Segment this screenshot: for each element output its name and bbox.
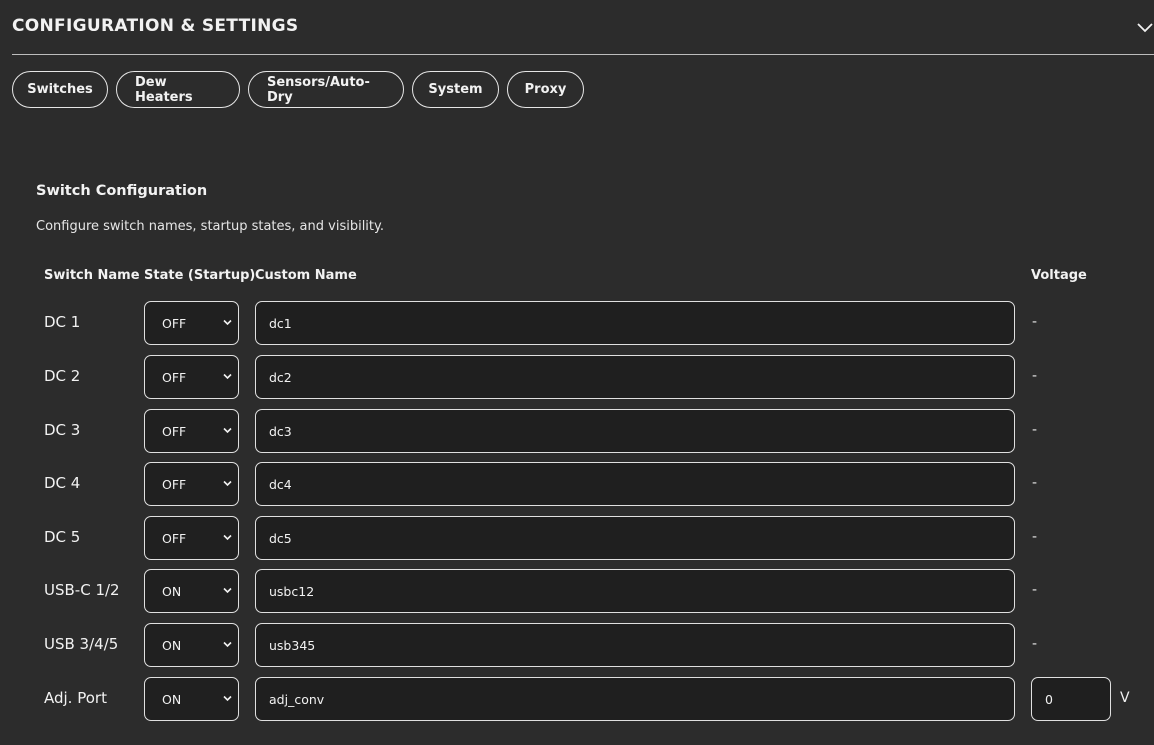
column-header-custom-name: Custom Name <box>255 268 357 283</box>
switch-row-dc2: DC 2 OFF dc2 - <box>0 355 1154 399</box>
startup-state-value: OFF <box>162 424 187 439</box>
chevron-down-icon <box>223 695 232 702</box>
switch-row-dc3: DC 3 OFF dc3 - <box>0 409 1154 453</box>
chevron-down-icon <box>223 427 232 434</box>
tab-proxy[interactable]: Proxy <box>507 71 584 108</box>
startup-state-select[interactable]: OFF <box>144 516 239 560</box>
startup-state-select[interactable]: OFF <box>144 355 239 399</box>
custom-name-value: dc1 <box>269 316 292 331</box>
voltage-value: - <box>1032 475 1038 491</box>
tab-sensors-auto-dry[interactable]: Sensors/Auto-Dry <box>248 71 404 108</box>
chevron-down-icon <box>223 587 232 594</box>
startup-state-value: OFF <box>162 477 187 492</box>
switch-name-label: USB-C 1/2 <box>44 581 120 599</box>
startup-state-value: ON <box>162 692 182 707</box>
switch-row-dc5: DC 5 OFF dc5 - <box>0 516 1154 560</box>
custom-name-input[interactable]: adj_conv <box>255 677 1015 721</box>
column-header-switch-name: Switch Name <box>44 268 140 283</box>
section-description: Configure switch names, startup states, … <box>36 219 384 234</box>
chevron-down-icon <box>223 373 232 380</box>
switch-name-label: DC 2 <box>44 367 81 385</box>
startup-state-select[interactable]: ON <box>144 569 239 613</box>
configuration-panel: CONFIGURATION & SETTINGS Switches Dew He… <box>0 0 1154 745</box>
custom-name-input[interactable]: dc2 <box>255 355 1015 399</box>
switch-row-dc4: DC 4 OFF dc4 - <box>0 462 1154 506</box>
switch-name-label: USB 3/4/5 <box>44 635 119 653</box>
chevron-down-icon[interactable] <box>1136 20 1154 34</box>
custom-name-input[interactable]: dc4 <box>255 462 1015 506</box>
custom-name-value: usb345 <box>269 638 316 653</box>
settings-header[interactable]: CONFIGURATION & SETTINGS <box>12 0 1154 55</box>
startup-state-select[interactable]: OFF <box>144 409 239 453</box>
voltage-value: - <box>1032 582 1038 598</box>
custom-name-value: dc2 <box>269 370 292 385</box>
chevron-down-icon <box>223 319 232 326</box>
startup-state-select[interactable]: ON <box>144 623 239 667</box>
section-title: Switch Configuration <box>36 183 208 199</box>
startup-state-value: ON <box>162 638 182 653</box>
tab-dew-heaters[interactable]: Dew Heaters <box>116 71 240 108</box>
custom-name-input[interactable]: usbc12 <box>255 569 1015 613</box>
switch-name-label: DC 5 <box>44 528 81 546</box>
switch-row-dc1: DC 1 OFF dc1 - <box>0 301 1154 345</box>
startup-state-value: OFF <box>162 370 187 385</box>
custom-name-input[interactable]: dc5 <box>255 516 1015 560</box>
switch-name-label: DC 3 <box>44 421 81 439</box>
switch-name-label: Adj. Port <box>44 689 107 707</box>
voltage-value: - <box>1032 422 1038 438</box>
chevron-down-icon <box>223 480 232 487</box>
voltage-value: - <box>1032 636 1038 652</box>
chevron-down-icon <box>223 534 232 541</box>
custom-name-input[interactable]: usb345 <box>255 623 1015 667</box>
chevron-down-icon <box>223 641 232 648</box>
startup-state-select[interactable]: OFF <box>144 462 239 506</box>
switch-name-label: DC 1 <box>44 313 81 331</box>
voltage-value: - <box>1032 529 1038 545</box>
column-header-voltage: Voltage <box>1031 268 1087 283</box>
startup-state-value: ON <box>162 584 182 599</box>
tab-system[interactable]: System <box>412 71 499 108</box>
custom-name-value: dc5 <box>269 531 292 546</box>
switch-row-usbc12: USB-C 1/2 ON usbc12 - <box>0 569 1154 613</box>
voltage-value: - <box>1032 314 1038 330</box>
startup-state-select[interactable]: OFF <box>144 301 239 345</box>
startup-state-value: OFF <box>162 316 187 331</box>
custom-name-value: dc4 <box>269 477 292 492</box>
voltage-input-value: 0 <box>1045 692 1053 707</box>
page-title: CONFIGURATION & SETTINGS <box>12 16 299 36</box>
settings-tabs: Switches Dew Heaters Sensors/Auto-Dry Sy… <box>12 71 584 110</box>
startup-state-value: OFF <box>162 531 187 546</box>
startup-state-select[interactable]: ON <box>144 677 239 721</box>
voltage-unit: V <box>1120 690 1130 706</box>
custom-name-input[interactable]: dc1 <box>255 301 1015 345</box>
voltage-input[interactable]: 0 <box>1031 677 1111 721</box>
switch-row-usb345: USB 3/4/5 ON usb345 - <box>0 623 1154 667</box>
switch-row-adj-port: Adj. Port ON adj_conv 0 V <box>0 677 1154 721</box>
custom-name-value: adj_conv <box>269 692 325 707</box>
custom-name-value: dc3 <box>269 424 292 439</box>
custom-name-value: usbc12 <box>269 584 315 599</box>
voltage-value: - <box>1032 368 1038 384</box>
tab-switches[interactable]: Switches <box>12 71 108 108</box>
switch-name-label: DC 4 <box>44 474 81 492</box>
custom-name-input[interactable]: dc3 <box>255 409 1015 453</box>
column-header-state: State (Startup) <box>144 268 256 283</box>
